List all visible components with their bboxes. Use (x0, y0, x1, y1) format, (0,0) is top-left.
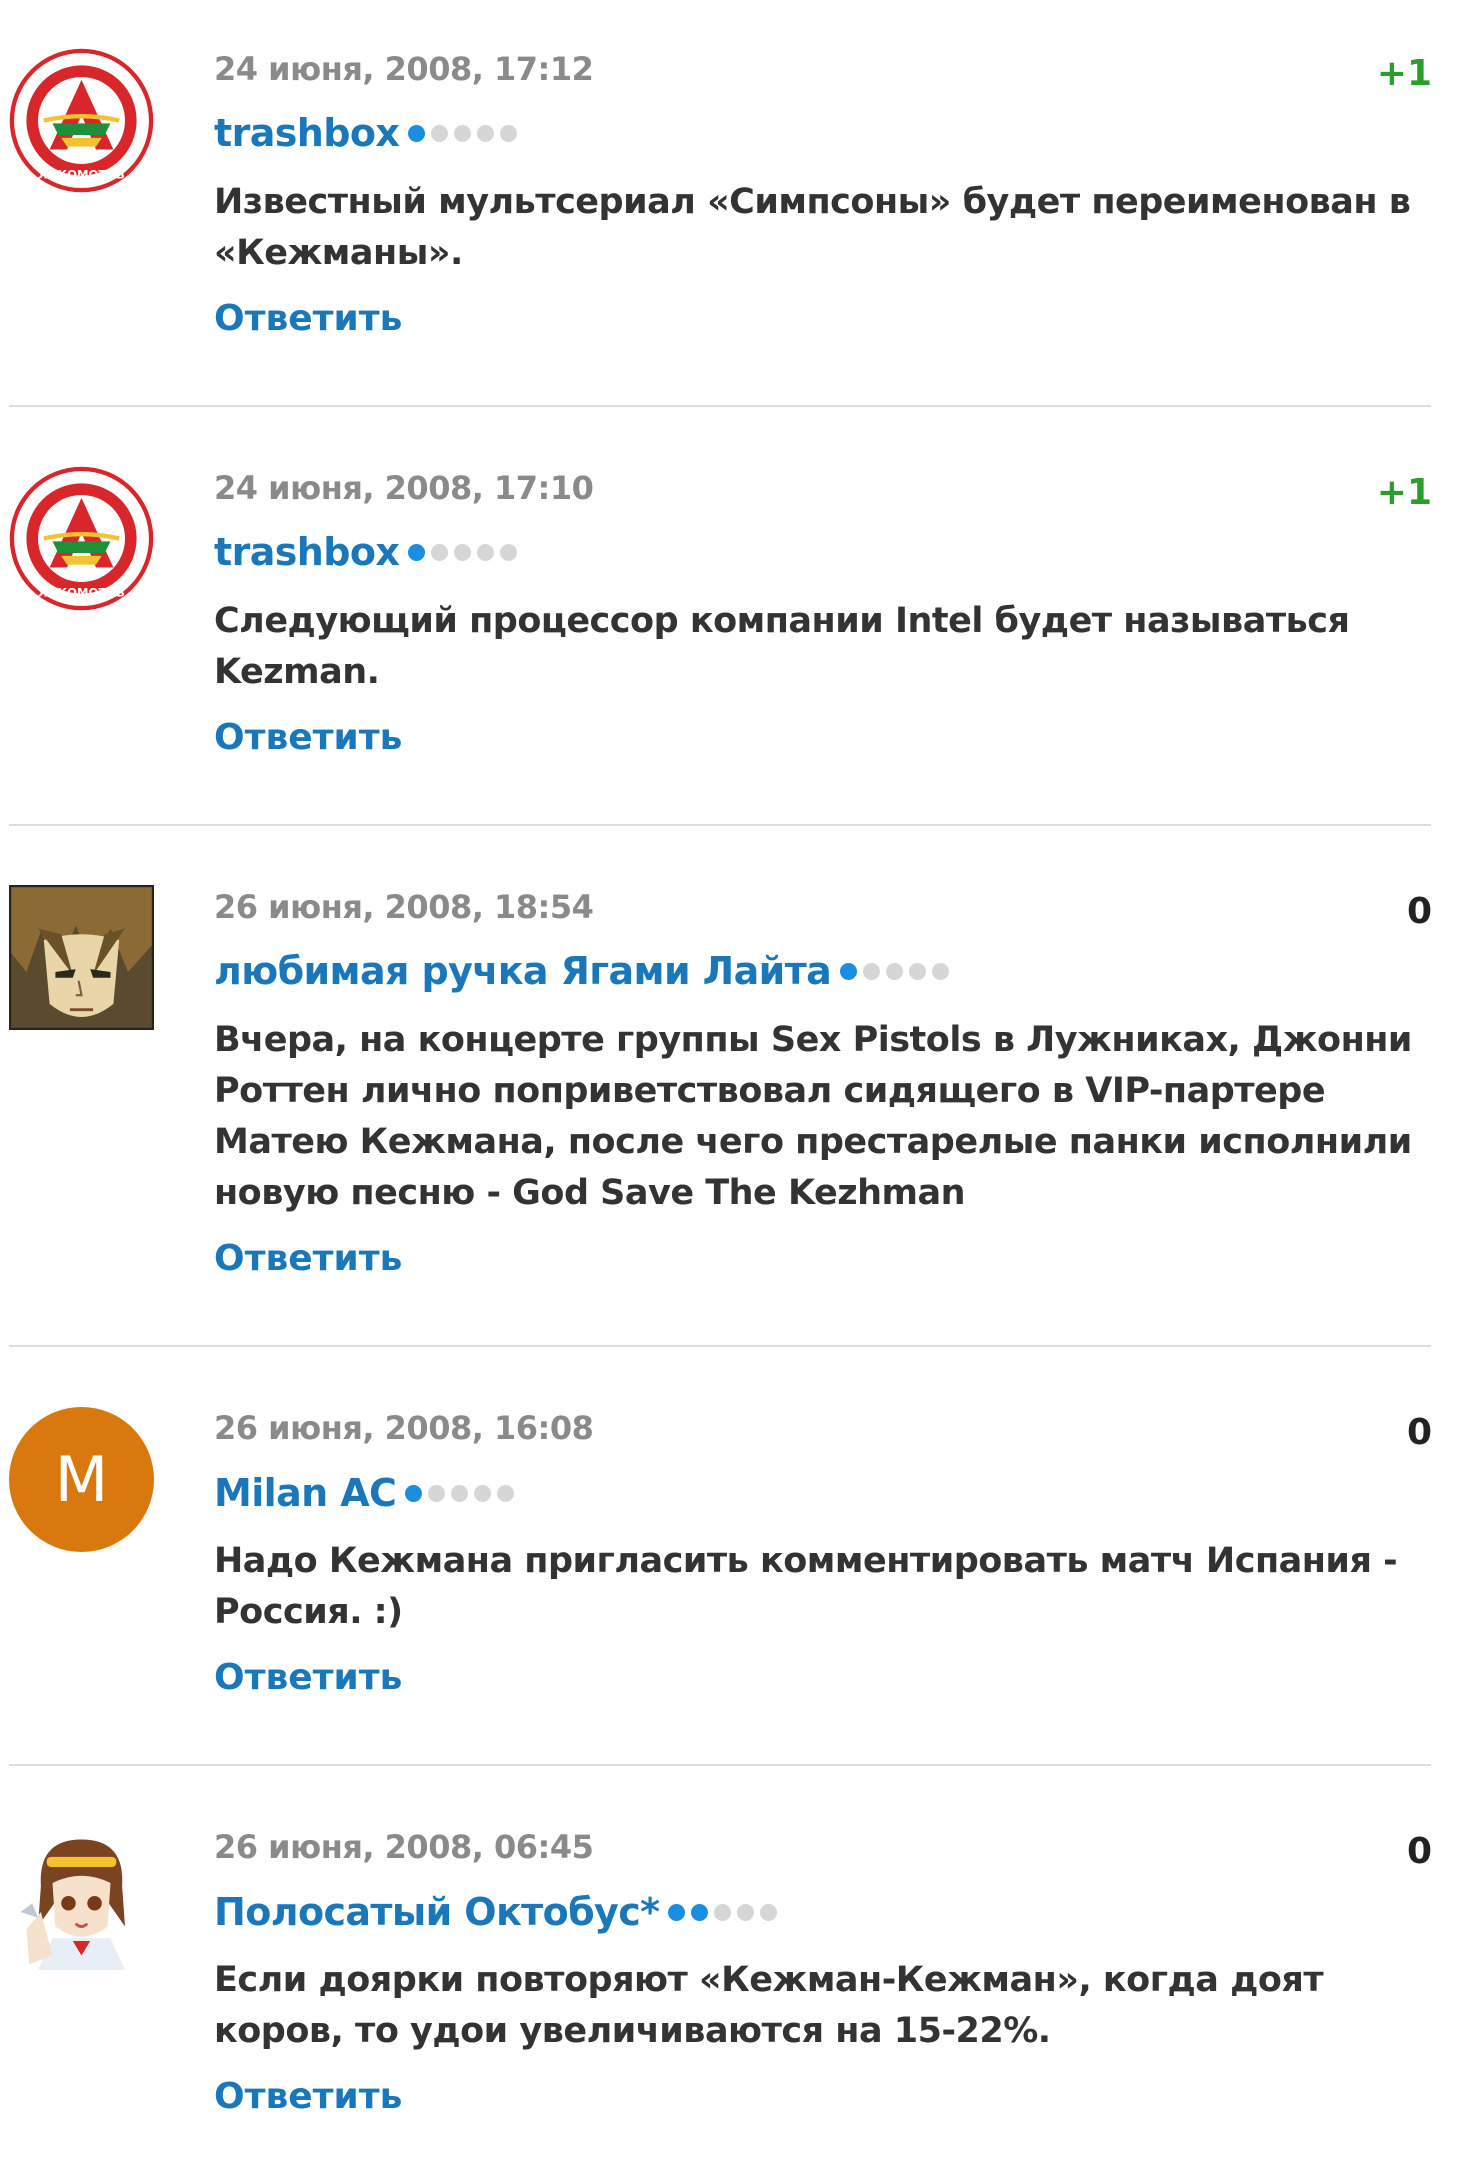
reputation-dot-active-icon (840, 962, 858, 980)
reputation-dot-active-icon (668, 1903, 686, 1921)
reputation-dot-inactive-icon (760, 1903, 778, 1921)
reply-link[interactable]: Ответить (214, 717, 402, 758)
author-link[interactable]: Milan AC (214, 1471, 397, 1515)
comment-rating: +1 (1376, 53, 1432, 94)
reputation-dot-inactive-icon (909, 962, 927, 980)
comment-divider (9, 405, 1431, 407)
reputation-dot-inactive-icon (737, 1903, 755, 1921)
comment-rating: 0 (1406, 1412, 1432, 1453)
avatar[interactable] (9, 48, 154, 193)
reputation-dot-active-icon (408, 543, 426, 561)
anime-girl-avatar-icon (9, 1825, 154, 1970)
author-row: trashbox (214, 108, 523, 158)
reply-link[interactable]: Ответить (214, 298, 402, 339)
comment-text: Следующий процессор компании Intel будет… (214, 601, 1350, 692)
comment-date: 24 июня, 2008, 17:12 (214, 50, 594, 88)
comment-date: 24 июня, 2008, 17:10 (214, 469, 594, 507)
comment-text: Известный мультсериал «Симпсоны» будет п… (214, 182, 1411, 273)
author-row: Milan AC (214, 1468, 520, 1518)
reputation-dot-active-icon (408, 124, 426, 142)
reputation-indicator (408, 543, 523, 561)
lokomotiv-logo-icon (9, 466, 154, 611)
author-row: trashbox (214, 527, 523, 577)
reputation-dot-inactive-icon (431, 543, 449, 561)
reputation-dot-inactive-icon (500, 124, 518, 142)
avatar[interactable]: M (9, 1407, 154, 1552)
comment-rating: 0 (1406, 891, 1432, 932)
reputation-dot-inactive-icon (500, 543, 518, 561)
anime-boy-avatar-icon (9, 885, 154, 1030)
comment-text: Вчера, на концерте группы Sex Pistols в … (214, 1020, 1412, 1213)
reputation-dot-inactive-icon (454, 124, 472, 142)
comment-text: Если доярки повторяют «Кежман-Кежман», к… (214, 1960, 1324, 2051)
comment-text: Надо Кежмана пригласить комментировать м… (214, 1541, 1398, 1632)
reputation-dot-inactive-icon (474, 1484, 492, 1502)
avatar[interactable] (9, 1825, 154, 1970)
reputation-indicator (408, 124, 523, 142)
reputation-dot-active-icon (691, 1903, 709, 1921)
comment-date: 26 июня, 2008, 06:45 (214, 1828, 594, 1866)
reputation-dot-inactive-icon (477, 543, 495, 561)
reply-link[interactable]: Ответить (214, 1657, 402, 1698)
reputation-dot-inactive-icon (863, 962, 881, 980)
reputation-dot-inactive-icon (428, 1484, 446, 1502)
author-link[interactable]: любимая ручка Ягами Лайта (214, 949, 832, 993)
letter-avatar-icon: M (9, 1407, 154, 1552)
author-link[interactable]: trashbox (214, 530, 400, 574)
lokomotiv-logo-icon (9, 48, 154, 193)
comment-divider (9, 1764, 1431, 1766)
reputation-dot-inactive-icon (714, 1903, 732, 1921)
avatar[interactable] (9, 885, 154, 1030)
comment-rating: 0 (1406, 1831, 1432, 1872)
author-link[interactable]: trashbox (214, 111, 400, 155)
reputation-dot-inactive-icon (497, 1484, 515, 1502)
author-link[interactable]: Полосатый Октобус* (214, 1890, 660, 1934)
reputation-dot-inactive-icon (451, 1484, 469, 1502)
comment-rating: +1 (1376, 472, 1432, 513)
comment-date: 26 июня, 2008, 16:08 (214, 1409, 594, 1447)
reputation-dot-inactive-icon (932, 962, 950, 980)
author-row: Полосатый Октобус* (214, 1887, 783, 1937)
comment-divider (9, 824, 1431, 826)
reputation-dot-inactive-icon (477, 124, 495, 142)
reputation-dot-active-icon (405, 1484, 423, 1502)
author-row: любимая ручка Ягами Лайта (214, 946, 955, 996)
reputation-indicator (405, 1484, 520, 1502)
comment-date: 26 июня, 2008, 18:54 (214, 888, 594, 926)
reply-link[interactable]: Ответить (214, 1238, 402, 1279)
reputation-dot-inactive-icon (886, 962, 904, 980)
reputation-indicator (840, 962, 955, 980)
reputation-dot-inactive-icon (431, 124, 449, 142)
avatar[interactable] (9, 466, 154, 611)
reputation-dot-inactive-icon (454, 543, 472, 561)
reputation-indicator (668, 1903, 783, 1921)
comment-divider (9, 1345, 1431, 1347)
reply-link[interactable]: Ответить (214, 2076, 402, 2117)
